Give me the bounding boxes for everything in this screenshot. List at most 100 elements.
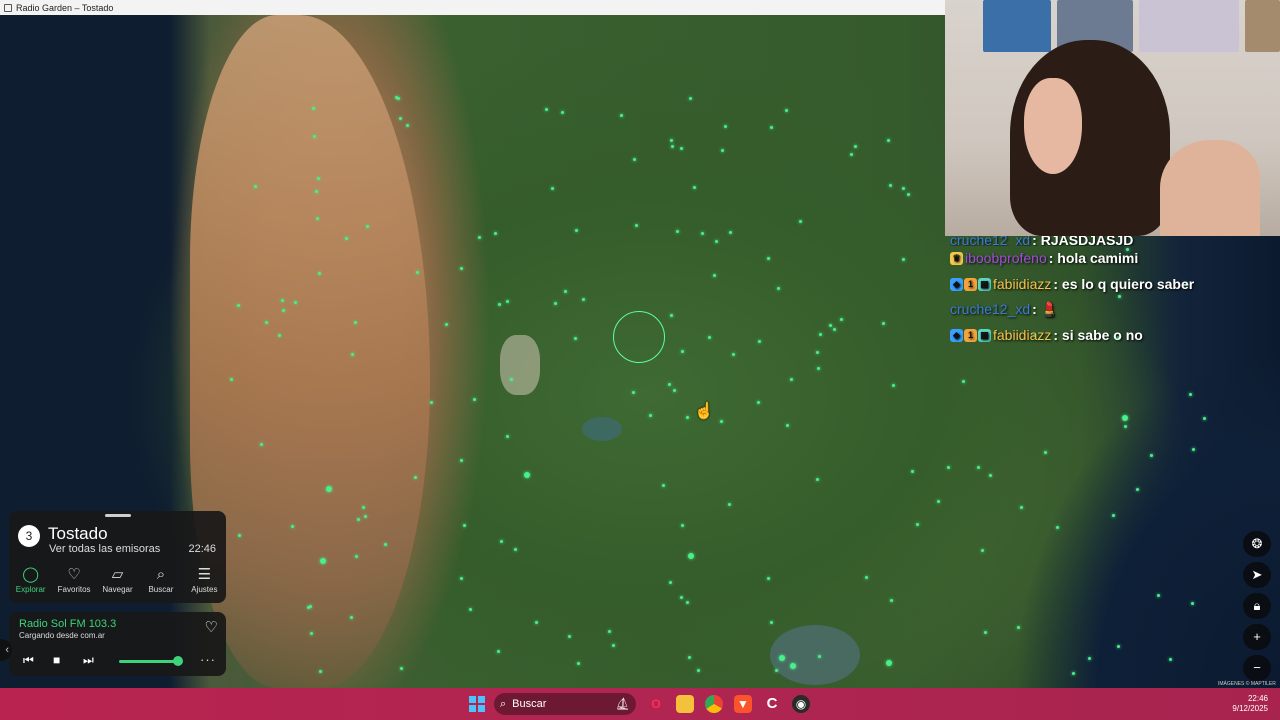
radio-station-dot[interactable] bbox=[445, 323, 449, 327]
radio-station-dot[interactable] bbox=[786, 423, 790, 427]
radio-station-dot[interactable] bbox=[563, 289, 567, 293]
chrome-icon[interactable] bbox=[705, 695, 723, 713]
radio-station-dot[interactable] bbox=[766, 256, 770, 260]
folder-icon[interactable] bbox=[676, 695, 694, 713]
taskbar-search[interactable]: ⌕ Buscar ⛵︎ bbox=[494, 693, 636, 715]
radio-station-dot[interactable] bbox=[671, 144, 675, 148]
radio-station-dot[interactable] bbox=[714, 240, 718, 244]
radio-station-dot[interactable] bbox=[692, 185, 696, 189]
radio-station-dot[interactable] bbox=[398, 116, 402, 120]
radio-station-dot[interactable] bbox=[758, 339, 762, 343]
radio-station-dot[interactable] bbox=[320, 558, 326, 564]
volume-knob[interactable] bbox=[172, 656, 183, 666]
radio-station-dot[interactable] bbox=[1020, 505, 1024, 509]
volume-slider[interactable] bbox=[119, 660, 178, 663]
ccleaner-icon[interactable]: C bbox=[763, 695, 781, 713]
radio-station-dot[interactable] bbox=[906, 192, 910, 196]
radio-station-dot[interactable] bbox=[350, 352, 354, 356]
radio-station-dot[interactable] bbox=[406, 124, 410, 128]
radio-station-dot[interactable] bbox=[662, 483, 666, 487]
radio-station-dot[interactable] bbox=[524, 472, 530, 478]
radio-station-dot[interactable] bbox=[575, 229, 579, 233]
windows-start-icon[interactable] bbox=[469, 696, 485, 712]
radio-station-dot[interactable] bbox=[553, 302, 557, 306]
radio-station-dot[interactable] bbox=[649, 414, 653, 418]
radio-station-dot[interactable] bbox=[265, 320, 269, 324]
radio-station-dot[interactable] bbox=[668, 382, 672, 386]
radio-station-dot[interactable] bbox=[770, 125, 774, 129]
radio-station-dot[interactable] bbox=[700, 231, 704, 235]
radio-station-dot[interactable] bbox=[634, 224, 638, 228]
radio-station-dot[interactable] bbox=[1190, 602, 1194, 606]
radio-station-dot[interactable] bbox=[574, 336, 578, 340]
compass-icon[interactable]: ❂ bbox=[1243, 531, 1271, 557]
radio-station-dot[interactable] bbox=[790, 663, 796, 669]
radio-station-dot[interactable] bbox=[854, 145, 857, 149]
radio-station-dot[interactable] bbox=[724, 125, 728, 129]
radio-station-dot[interactable] bbox=[890, 599, 894, 603]
radio-station-dot[interactable] bbox=[892, 384, 895, 388]
radio-station-dot[interactable] bbox=[779, 655, 785, 661]
zoom-out-icon[interactable]: − bbox=[1243, 655, 1271, 681]
radio-station-dot[interactable] bbox=[535, 621, 539, 625]
radio-station-dot[interactable] bbox=[506, 299, 510, 303]
radio-station-dot[interactable] bbox=[366, 224, 369, 228]
radio-station-dot[interactable] bbox=[688, 97, 692, 101]
radio-station-dot[interactable] bbox=[901, 257, 905, 261]
radio-station-dot[interactable] bbox=[688, 655, 692, 659]
favorite-heart-icon[interactable]: ♡ bbox=[205, 618, 218, 636]
radio-station-dot[interactable] bbox=[1017, 625, 1021, 629]
radio-station-dot[interactable] bbox=[430, 401, 434, 405]
all-stations-link[interactable]: Ver todas las emisoras bbox=[49, 543, 160, 555]
radio-station-dot[interactable] bbox=[311, 107, 315, 111]
nav-navegar[interactable]: ▱ Navegar bbox=[96, 564, 139, 602]
radio-station-dot[interactable] bbox=[357, 517, 361, 521]
chat-username[interactable]: iboobprofeno bbox=[965, 246, 1047, 271]
obs-icon[interactable]: ◉ bbox=[792, 695, 810, 713]
radio-station-dot[interactable] bbox=[1202, 416, 1206, 420]
radio-station-dot[interactable] bbox=[383, 543, 387, 547]
radio-station-dot[interactable] bbox=[620, 113, 624, 117]
nav-favoritos[interactable]: ♡ Favoritos bbox=[52, 564, 95, 602]
radio-station-dot[interactable] bbox=[799, 219, 803, 223]
radio-station-dot[interactable] bbox=[816, 478, 820, 482]
chat-username[interactable]: cruche12_xd bbox=[950, 297, 1030, 322]
radio-station-dot[interactable] bbox=[829, 324, 833, 328]
previous-icon[interactable]: ⏮ bbox=[23, 653, 34, 668]
radio-station-dot[interactable] bbox=[400, 666, 404, 670]
radio-station-dot[interactable] bbox=[865, 576, 869, 580]
radio-station-dot[interactable] bbox=[686, 600, 690, 604]
chat-username[interactable]: fabiidiazz bbox=[993, 272, 1051, 297]
system-clock[interactable]: 22:46 9/12/2025 bbox=[1232, 694, 1268, 714]
chat-username[interactable]: fabiidiazz bbox=[993, 323, 1051, 348]
radio-station-dot[interactable] bbox=[633, 158, 637, 162]
radio-station-dot[interactable] bbox=[560, 110, 564, 114]
radio-station-dot[interactable] bbox=[326, 486, 332, 492]
nav-buscar[interactable]: ⌕ Buscar bbox=[139, 564, 182, 602]
radio-station-dot[interactable] bbox=[550, 187, 554, 191]
radio-station-dot[interactable] bbox=[815, 350, 819, 354]
radio-station-dot[interactable] bbox=[769, 620, 773, 624]
radio-station-dot[interactable] bbox=[712, 274, 716, 278]
radio-station-dot[interactable] bbox=[819, 333, 823, 337]
radio-station-dot[interactable] bbox=[230, 377, 234, 381]
radio-station-dot[interactable] bbox=[732, 352, 736, 356]
radio-station-dot[interactable] bbox=[514, 548, 518, 552]
radio-station-dot[interactable] bbox=[309, 632, 313, 636]
stop-icon[interactable]: ■ bbox=[53, 653, 60, 667]
radio-station-dot[interactable] bbox=[696, 669, 700, 673]
radio-station-dot[interactable] bbox=[668, 581, 672, 585]
radio-station-dot[interactable] bbox=[567, 634, 571, 638]
radio-station-dot[interactable] bbox=[757, 400, 761, 404]
radio-station-dot[interactable] bbox=[887, 139, 891, 143]
radio-station-dot[interactable] bbox=[472, 397, 476, 401]
next-icon[interactable]: ⏭ bbox=[83, 653, 94, 668]
radio-station-dot[interactable] bbox=[767, 576, 771, 580]
radio-station-dot[interactable] bbox=[459, 576, 463, 580]
radio-station-dot[interactable] bbox=[576, 661, 580, 665]
brave-icon[interactable]: ▼ bbox=[734, 695, 752, 713]
radio-station-dot[interactable] bbox=[727, 502, 731, 506]
radio-station-dot[interactable] bbox=[675, 229, 679, 233]
radio-station-dot[interactable] bbox=[937, 499, 941, 503]
radio-station-dot[interactable] bbox=[988, 473, 992, 477]
